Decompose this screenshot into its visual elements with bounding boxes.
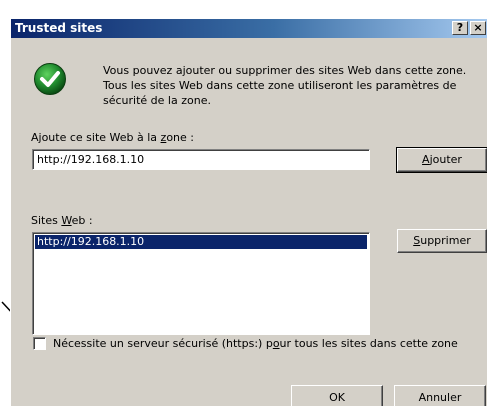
close-button[interactable]: × — [470, 21, 486, 35]
info-description: Vous pouvez ajouter ou supprimer des sit… — [103, 64, 467, 107]
add-site-input[interactable] — [32, 149, 370, 170]
green-check-circle-icon — [34, 63, 66, 95]
add-button[interactable]: Ajouter — [396, 147, 487, 173]
close-icon: × — [473, 21, 483, 34]
https-required-checkbox[interactable] — [33, 337, 46, 350]
help-icon: ? — [456, 21, 464, 34]
ok-button[interactable]: OK — [291, 385, 383, 406]
trusted-sites-dialog: Trusted sites ? × Vous pouvez ajouter ou… — [10, 18, 487, 406]
add-site-label: Ajoute ce site Web à la zone : — [31, 131, 194, 144]
https-required-label[interactable]: Nécessite un serveur sécurisé (https:) p… — [53, 337, 487, 350]
remove-button[interactable]: Supprimer — [397, 229, 487, 253]
sites-list-label: Sites Web : — [31, 214, 93, 227]
list-item[interactable]: http://192.168.1.10 — [35, 235, 367, 249]
title-bar[interactable]: Trusted sites ? × — [11, 19, 487, 38]
cancel-button[interactable]: Annuler — [394, 385, 486, 406]
window-title: Trusted sites — [15, 21, 103, 35]
sites-list[interactable]: http://192.168.1.10 — [32, 232, 370, 335]
help-button[interactable]: ? — [452, 21, 468, 35]
